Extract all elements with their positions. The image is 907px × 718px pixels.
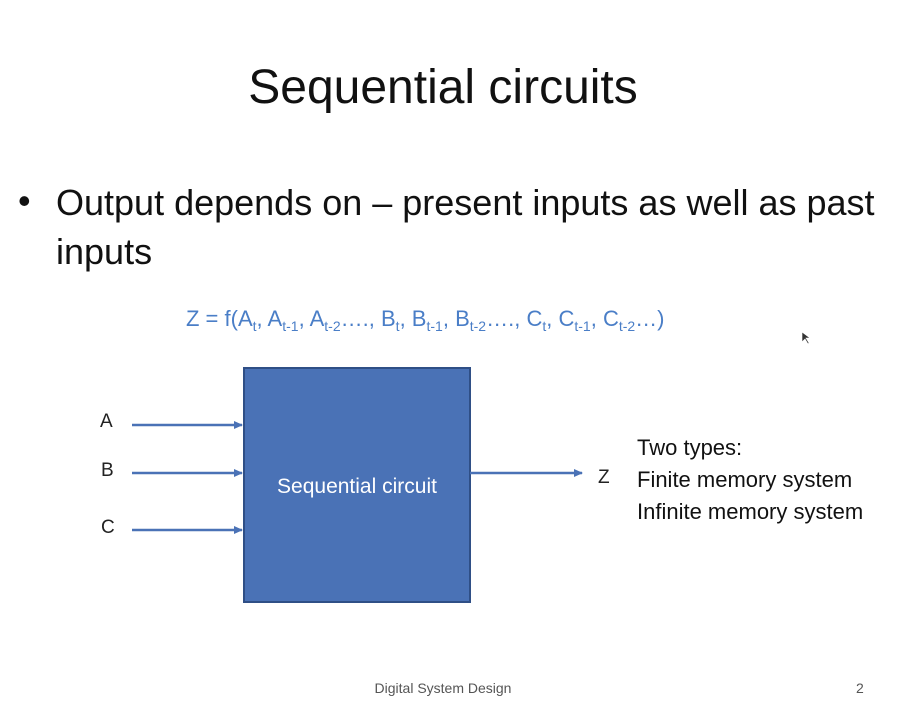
types-heading: Two types: [637,435,743,460]
circuit-diagram [132,367,583,603]
block-label: Sequential circuit [277,475,437,498]
types-item-finite: Finite memory system [637,467,853,492]
types-list: Two types: Finite memory system Infinite… [637,432,863,528]
input-label-b: B [101,460,114,481]
output-label-z: Z [598,467,610,488]
input-label-c: C [101,517,115,538]
mouse-cursor-icon [801,331,811,345]
footer-page-number: 2 [856,680,864,696]
input-label-a: A [100,411,113,432]
footer-course-name: Digital System Design [374,680,512,696]
slide: Sequential circuits • Output depends on … [0,0,907,718]
types-item-infinite: Infinite memory system [637,499,864,524]
